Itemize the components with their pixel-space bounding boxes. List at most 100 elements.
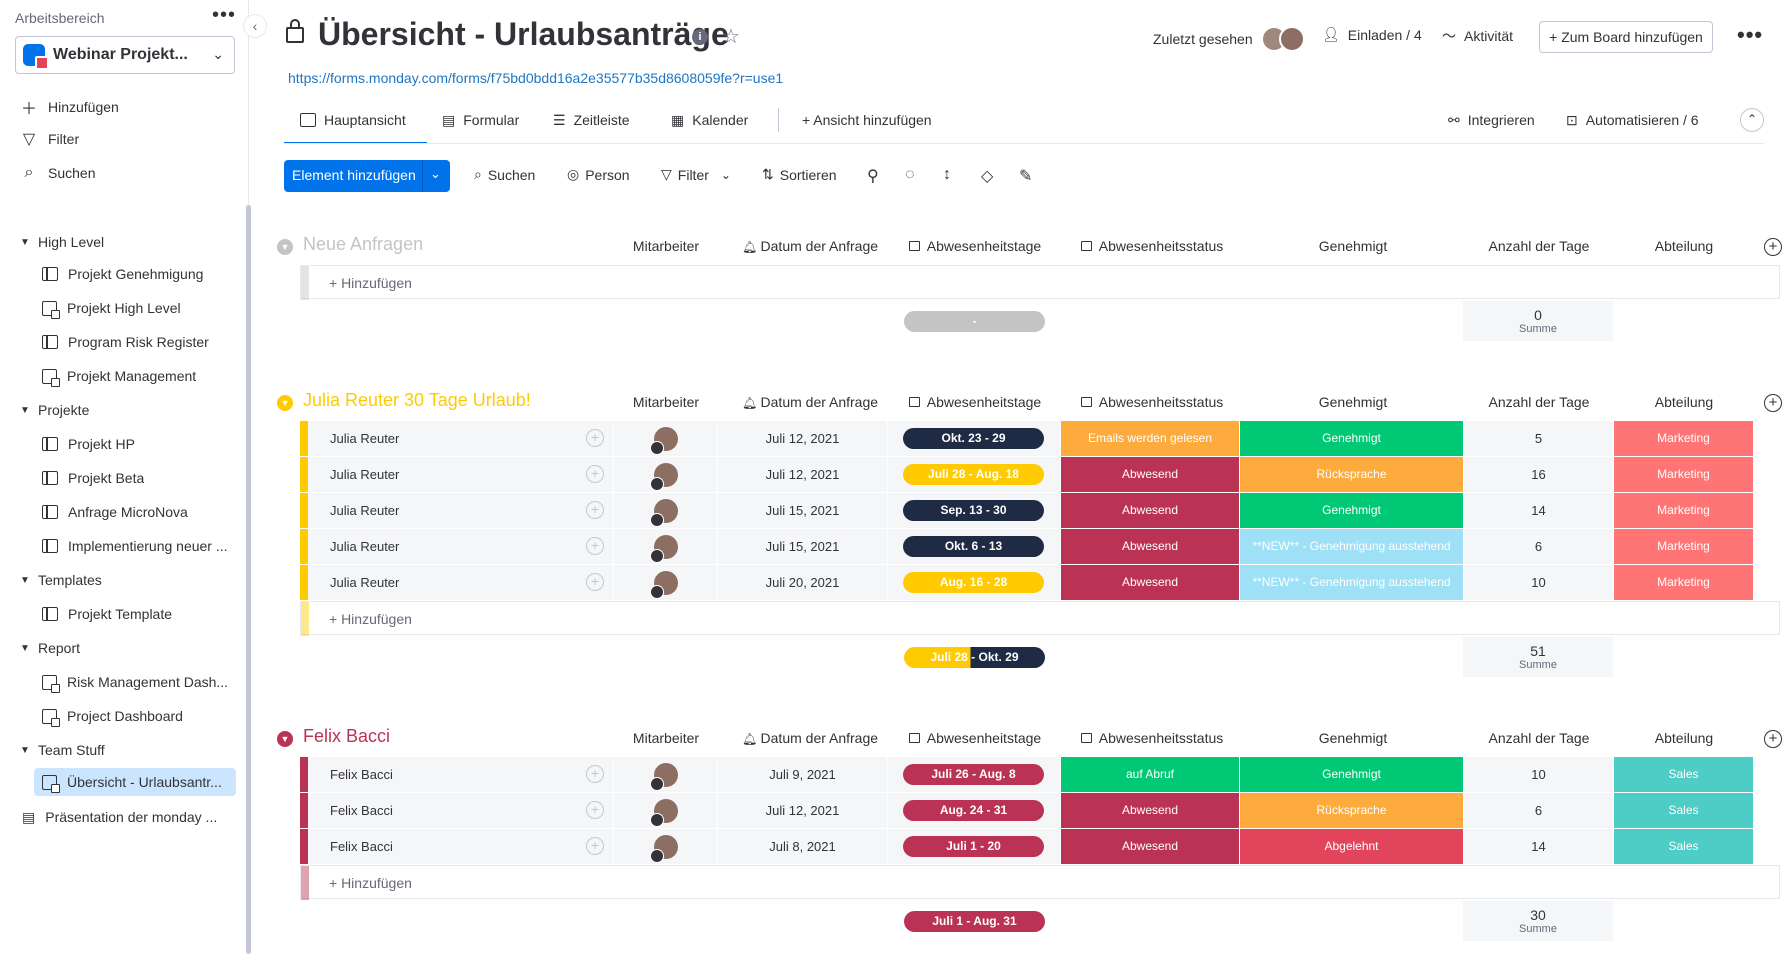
workspace-selector[interactable]: Webinar Projekt... ⌄ — [15, 36, 235, 74]
date-cell[interactable]: Juli 20, 2021 — [718, 565, 888, 600]
folder-team-stuff[interactable]: ▼ Team Stuff — [20, 738, 105, 762]
approved-status-cell[interactable]: **NEW** - Genehmigung ausstehend — [1240, 529, 1464, 564]
add-update-icon[interactable]: + — [586, 465, 604, 483]
add-to-board-button[interactable]: + Zum Board hinzufügen — [1539, 21, 1713, 53]
integrate-button[interactable]: ⚯ Integrieren — [1448, 98, 1535, 142]
person-cell[interactable] — [614, 565, 718, 600]
paint-bucket-icon[interactable]: ◇ — [981, 166, 993, 186]
days-count-cell[interactable]: 10 — [1464, 757, 1614, 792]
sidebar-doc-item[interactable]: ▤ Präsentation der monday ... — [22, 803, 232, 831]
item-name[interactable]: Julia Reuter — [330, 503, 399, 518]
timeline-cell[interactable]: Juli 28 - Aug. 18 — [888, 457, 1061, 492]
column-header-department[interactable]: Abteilung — [1584, 730, 1784, 746]
column-header-status[interactable]: Abwesenheitsstatus — [1052, 394, 1252, 410]
sidebar-search-button[interactable]: ⌕ Suchen — [20, 161, 96, 185]
add-update-icon[interactable]: + — [586, 765, 604, 783]
item-name[interactable]: Julia Reuter — [330, 539, 399, 554]
tab-main[interactable]: Hauptansicht — [284, 98, 427, 144]
sidebar-scrollbar[interactable] — [246, 205, 251, 954]
department-cell[interactable]: Marketing — [1614, 529, 1754, 564]
date-cell[interactable]: Juli 15, 2021 — [718, 493, 888, 528]
activity-button[interactable]: 〜 Aktivität — [1442, 26, 1513, 46]
form-url-link[interactable]: https://forms.monday.com/forms/f75bd0bdd… — [288, 70, 783, 86]
department-cell[interactable]: Marketing — [1614, 421, 1754, 456]
person-cell[interactable] — [614, 829, 718, 864]
star-icon[interactable]: ☆ — [722, 24, 740, 49]
approved-status-cell[interactable]: Rücksprache — [1240, 457, 1464, 492]
timeline-cell[interactable]: Sep. 13 - 30 — [888, 493, 1061, 528]
approved-status-cell[interactable]: **NEW** - Genehmigung ausstehend — [1240, 565, 1464, 600]
absence-status-cell[interactable]: Abwesend — [1061, 457, 1240, 492]
filter-button[interactable]: ▽ Filter ⌄ — [661, 166, 731, 183]
sidebar-board-item[interactable]: Implementierung neuer ... — [42, 532, 232, 560]
sidebar-board-item[interactable]: Projekt Genehmigung — [42, 260, 232, 288]
date-cell[interactable]: Juli 15, 2021 — [718, 529, 888, 564]
table-row[interactable]: Julia Reuter + Juli 15, 2021 Sep. 13 - 30 Ab… — [300, 493, 1780, 528]
sidebar-board-item[interactable]: Program Risk Register — [42, 328, 232, 356]
sidebar-board-item[interactable]: Projekt High Level — [42, 294, 232, 322]
column-header-approved[interactable]: Genehmigt — [1253, 238, 1453, 254]
date-cell[interactable]: Juli 12, 2021 — [718, 421, 888, 456]
table-row[interactable]: Julia Reuter + Juli 20, 2021 Aug. 16 - 28 Ab… — [300, 565, 1780, 600]
sidebar-board-item[interactable]: Projekt Management — [42, 362, 232, 390]
edit-icon[interactable]: ✎ — [1019, 166, 1032, 186]
person-cell[interactable] — [614, 529, 718, 564]
group-collapse-icon[interactable]: ▼ — [277, 395, 293, 411]
add-view-button[interactable]: + Ansicht hinzufügen — [802, 98, 932, 142]
department-cell[interactable]: Sales — [1614, 829, 1754, 864]
days-count-cell[interactable]: 14 — [1464, 829, 1614, 864]
folder-projekte[interactable]: ▼ Projekte — [20, 398, 89, 422]
person-cell[interactable] — [614, 793, 718, 828]
timeline-cell[interactable]: Juli 1 - 20 — [888, 829, 1061, 864]
item-name-cell[interactable]: Julia Reuter + — [308, 529, 614, 564]
sidebar-board-item[interactable]: Projekt Beta — [42, 464, 232, 492]
department-cell[interactable]: Marketing — [1614, 565, 1754, 600]
add-item-button[interactable]: Element hinzufügen ⌄ — [284, 160, 450, 192]
item-name[interactable]: Julia Reuter — [330, 467, 399, 482]
sidebar-board-item[interactable]: Projekt Template — [42, 600, 232, 628]
item-name[interactable]: Julia Reuter — [330, 431, 399, 446]
tab-calendar[interactable]: ▦ Kalender — [671, 98, 748, 142]
table-row[interactable]: Julia Reuter + Juli 12, 2021 Okt. 23 - 29 Em… — [300, 421, 1780, 456]
item-name[interactable]: Felix Bacci — [330, 839, 393, 854]
table-row[interactable]: Felix Bacci + Juli 9, 2021 Juli 26 - Aug. 8… — [300, 757, 1780, 792]
last-seen[interactable]: Zuletzt gesehen — [1153, 26, 1305, 52]
absence-status-cell[interactable]: Abwesend — [1061, 829, 1240, 864]
more-options-icon[interactable]: ••• — [1737, 22, 1763, 48]
add-update-icon[interactable]: + — [586, 429, 604, 447]
folder-report[interactable]: ▼ Report — [20, 636, 80, 660]
item-name-cell[interactable]: Julia Reuter + — [308, 565, 614, 600]
add-item-row[interactable]: + Hinzufügen — [300, 865, 1780, 900]
folder-templates[interactable]: ▼ Templates — [20, 568, 102, 592]
add-update-icon[interactable]: + — [586, 537, 604, 555]
person-cell[interactable] — [614, 421, 718, 456]
add-update-icon[interactable]: + — [586, 501, 604, 519]
group-title[interactable]: Neue Anfragen — [303, 234, 423, 255]
timeline-cell[interactable]: Okt. 23 - 29 — [888, 421, 1061, 456]
column-header-days[interactable]: Abwesenheitstage — [875, 394, 1075, 410]
folder-high-level[interactable]: ▼ High Level — [20, 230, 104, 254]
days-count-cell[interactable]: 6 — [1464, 793, 1614, 828]
date-cell[interactable]: Juli 9, 2021 — [718, 757, 888, 792]
absence-status-cell[interactable]: Abwesend — [1061, 529, 1240, 564]
sidebar-add-button[interactable]: ＋ Hinzufügen — [20, 95, 119, 119]
column-header-approved[interactable]: Genehmigt — [1253, 394, 1453, 410]
item-name-cell[interactable]: Felix Bacci + — [308, 757, 614, 792]
department-cell[interactable]: Marketing — [1614, 457, 1754, 492]
person-cell[interactable] — [614, 457, 718, 492]
collapse-header-icon[interactable]: ⌃ — [1740, 108, 1764, 132]
column-header-approved[interactable]: Genehmigt — [1253, 730, 1453, 746]
row-height-icon[interactable]: ↕ — [943, 166, 951, 184]
item-name[interactable]: Julia Reuter — [330, 575, 399, 590]
invite-button[interactable]: 👤︎ Einladen / 4 — [1322, 26, 1422, 43]
sidebar-board-item[interactable]: Risk Management Dash... — [42, 668, 232, 696]
item-name[interactable]: Felix Bacci — [330, 803, 393, 818]
approved-status-cell[interactable]: Genehmigt — [1240, 493, 1464, 528]
item-name[interactable]: Felix Bacci — [330, 767, 393, 782]
absence-status-cell[interactable]: Emails werden gelesen — [1061, 421, 1240, 456]
add-column-icon[interactable]: + — [1764, 730, 1782, 748]
sidebar-board-item[interactable]: Anfrage MicroNova — [42, 498, 232, 526]
item-name-cell[interactable]: Julia Reuter + — [308, 457, 614, 492]
tab-timeline[interactable]: ☰ Zeitleiste — [553, 98, 630, 142]
department-cell[interactable]: Sales — [1614, 757, 1754, 792]
